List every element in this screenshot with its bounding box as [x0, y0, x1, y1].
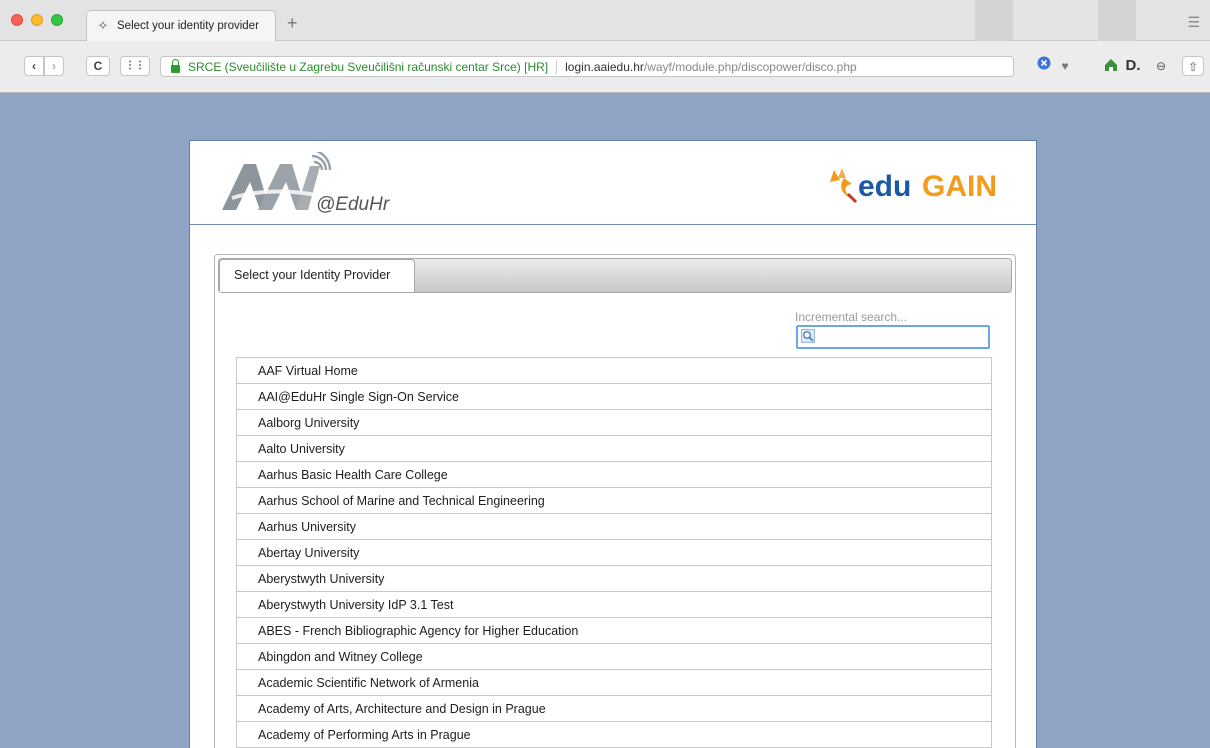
- back-button[interactable]: ‹: [24, 56, 44, 76]
- minimize-window-button[interactable]: [31, 14, 43, 26]
- idp-list-item[interactable]: Aarhus School of Marine and Technical En…: [237, 488, 991, 514]
- idp-list-item[interactable]: Academy of Arts, Architecture and Design…: [237, 696, 991, 722]
- browser-tab[interactable]: ✧ Select your identity provider: [86, 10, 276, 41]
- tab-bar-spacer: [1098, 0, 1136, 41]
- logo-text: @EduHr: [316, 194, 390, 215]
- idp-list-item[interactable]: Aberystwyth University: [237, 566, 991, 592]
- idp-list-item[interactable]: ABES - French Bibliographic Agency for H…: [237, 618, 991, 644]
- profile-icon[interactable]: ⊖: [1153, 56, 1169, 76]
- edugain-logo: edu GAIN: [826, 164, 1022, 204]
- tab-favicon-icon: ✧: [97, 18, 109, 33]
- identity-provider-list: AAF Virtual Home AAI@EduHr Single Sign-On…: [236, 357, 992, 748]
- idp-list-item[interactable]: Aarhus University: [237, 514, 991, 540]
- idp-list-item[interactable]: Abingdon and Witney College: [237, 644, 991, 670]
- magnifier-icon: [801, 329, 815, 343]
- idp-list-item[interactable]: Aarhus Basic Health Care College: [237, 462, 991, 488]
- edugain-edu-text: edu: [858, 170, 911, 203]
- idp-list-item[interactable]: Aalborg University: [237, 410, 991, 436]
- new-tab-button[interactable]: +: [287, 14, 298, 32]
- idp-selection-panel: Select your Identity Provider Incrementa…: [214, 254, 1016, 748]
- d-icon[interactable]: D.: [1124, 56, 1142, 76]
- url-host: login.aaiedu.hr: [565, 59, 644, 74]
- idp-list-item[interactable]: Aberystwyth University IdP 3.1 Test: [237, 592, 991, 618]
- idp-list-item[interactable]: Academy of Performing Arts in Prague: [237, 722, 991, 748]
- heart-icon[interactable]: ♥: [1057, 56, 1073, 76]
- tab-title: Select your identity provider: [117, 20, 259, 32]
- incremental-search-input[interactable]: [796, 325, 990, 349]
- browser-toolbar: ‹ › C ⋮⋮ SRCE (Sveučilište u Zagrebu Sve…: [0, 41, 1210, 93]
- edugain-gain-text: GAIN: [922, 170, 997, 203]
- url-path: /wayf/module.php/discopower/disco.php: [643, 59, 857, 74]
- idp-list-item[interactable]: Abertay University: [237, 540, 991, 566]
- home-icon[interactable]: [1103, 56, 1119, 76]
- tab-select-identity-provider[interactable]: Select your Identity Provider: [219, 259, 415, 292]
- address-bar[interactable]: SRCE (Sveučilište u Zagrebu Sveučilišni …: [160, 56, 1014, 77]
- idp-list-item[interactable]: AAI@EduHr Single Sign-On Service: [237, 384, 991, 410]
- reload-button[interactable]: C: [86, 56, 110, 76]
- lock-icon: [171, 58, 180, 73]
- share-icon[interactable]: ⇧: [1182, 56, 1204, 76]
- aai-eduhr-logo: @EduHr: [222, 152, 390, 215]
- close-window-button[interactable]: [11, 14, 23, 26]
- search-label: Incremental search...: [795, 310, 908, 324]
- tab-bar-spacer: [975, 0, 1013, 41]
- tab-overview-icon[interactable]: ☰: [1187, 14, 1200, 31]
- page-header: @EduHr edu GAIN: [190, 141, 1036, 225]
- browser-tab-bar: ✧ Select your identity provider + ☰: [0, 0, 1210, 41]
- apps-grid-icon[interactable]: ⋮⋮: [120, 56, 150, 76]
- certificate-label: SRCE (Sveučilište u Zagrebu Sveučilišni …: [188, 59, 549, 74]
- discovery-page: @EduHr edu GAIN Select your Identity Pro…: [189, 140, 1037, 748]
- zoom-window-button[interactable]: [51, 14, 63, 26]
- idp-list-item[interactable]: Academic Scientific Network of Armenia: [237, 670, 991, 696]
- idp-list-item[interactable]: AAF Virtual Home: [237, 358, 991, 384]
- shield-icon[interactable]: [1036, 56, 1052, 76]
- idp-list-item[interactable]: Aalto University: [237, 436, 991, 462]
- address-separator: [556, 59, 558, 74]
- forward-button[interactable]: ›: [44, 56, 64, 76]
